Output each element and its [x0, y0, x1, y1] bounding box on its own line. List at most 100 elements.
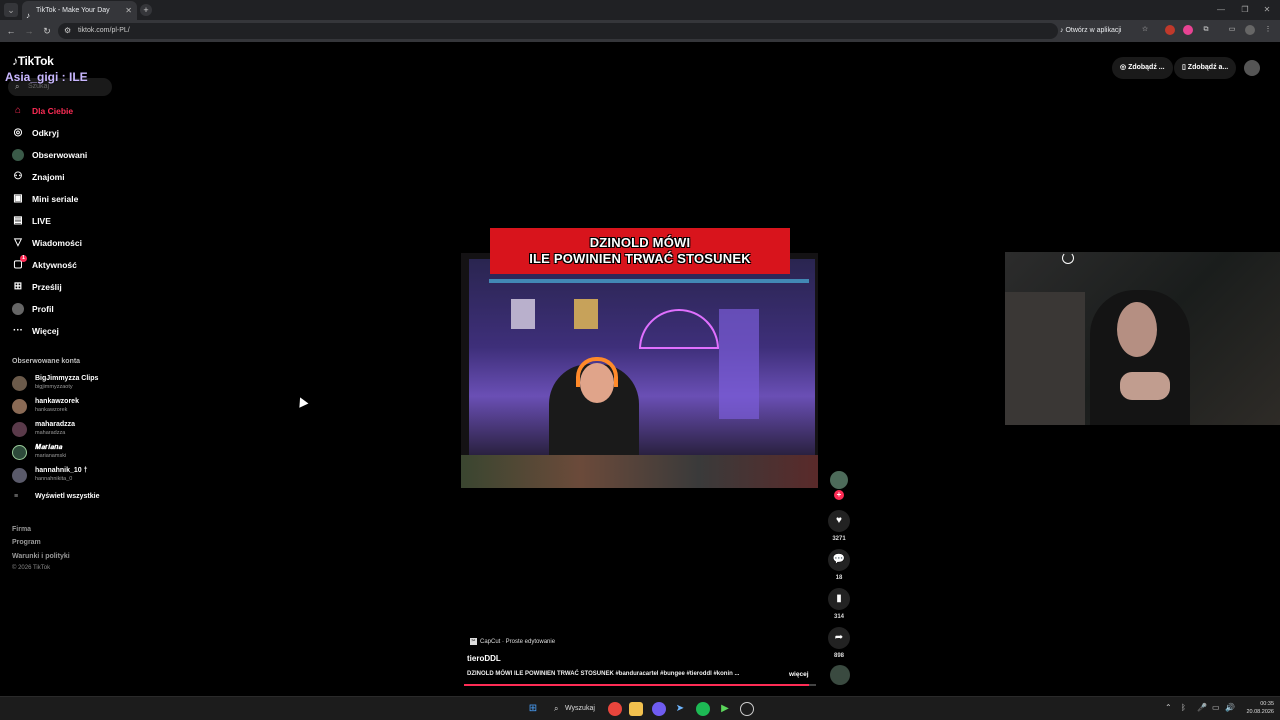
mouse-cursor-icon [295, 395, 309, 408]
avatar [12, 399, 27, 414]
webcam-face [1117, 302, 1157, 357]
display-icon[interactable]: ▭ [1212, 703, 1220, 712]
profile-icon [12, 303, 24, 315]
get-app-button[interactable]: ▯ Zdobądź a... [1174, 57, 1237, 79]
open-in-app-button[interactable]: ♪ Otwórz w aplikacji [1060, 25, 1121, 37]
share-button[interactable]: ➦ [828, 627, 850, 649]
windows-start-icon[interactable]: ⊞ [526, 702, 540, 716]
video-caption-banner: DZINOLD MÓWI ILE POWINIEN TRWAĆ STOSUNEK [490, 228, 790, 274]
spotify-icon[interactable] [696, 702, 710, 716]
live-icon: ▤ [13, 215, 23, 226]
coin-icon: ◎ [1120, 64, 1129, 71]
comment-count: 18 [835, 575, 843, 581]
capcut-icon: ✂ [470, 638, 477, 645]
tiktok-logo[interactable]: ♪TikTok [12, 54, 54, 68]
comment-button[interactable]: 💬 [828, 549, 850, 571]
play-icon[interactable]: ▶ [718, 702, 732, 716]
bookmark-star-icon[interactable]: ☆ [1140, 25, 1150, 35]
windows-taskbar: ⊞ ⌕ Wyszukaj ➤ ▶ ⌃ ᛒ 🎤 ▭ 🔊 00:35 20.08.2… [0, 696, 1280, 720]
close-window-button[interactable]: ✕ [1256, 0, 1278, 20]
clock-date: 20.08.2026 [1246, 709, 1274, 715]
music-disc-avatar[interactable] [830, 665, 850, 685]
site-info-icon[interactable]: ⚙ [64, 23, 71, 39]
headset [576, 357, 618, 387]
messages-icon: ▽ [14, 237, 22, 248]
save-button[interactable]: ▮ [828, 588, 850, 610]
avatar [12, 376, 27, 391]
save-count: 314 [833, 614, 844, 620]
upload-icon: ⊞ [13, 281, 23, 292]
webcam-hand [1120, 372, 1170, 400]
forward-icon[interactable]: → [22, 24, 36, 38]
reload-icon[interactable]: ↻ [40, 24, 54, 38]
tab-list-button[interactable]: ⌄ [4, 3, 18, 17]
like-button[interactable]: ♥ [828, 510, 850, 532]
more-link[interactable]: więcej [789, 671, 809, 678]
browser-tab[interactable]: ♪ TikTok - Make Your Day ✕ [22, 1, 137, 20]
restore-button[interactable]: ❐ [1234, 0, 1256, 20]
video-author[interactable]: tieroDDL [467, 654, 501, 663]
video-progress-bar[interactable] [464, 684, 816, 686]
extension-icon[interactable] [1183, 25, 1193, 35]
webcam-overlay [1005, 252, 1280, 425]
browser-titlebar: ⌄ ♪ TikTok - Make Your Day ✕ + — ❐ ✕ [0, 0, 1280, 20]
back-icon[interactable]: ← [4, 24, 18, 38]
browser-toolbar: ← → ↻ ⚙ tiktok.com/pl-PL/ ♪ Otwórz w apl… [0, 20, 1280, 42]
stream-overlay-text: Asia_gigi : ILE [5, 70, 88, 84]
extensions-puzzle-icon[interactable]: ⧉ [1201, 25, 1211, 35]
avatar [12, 468, 27, 483]
footer-link[interactable]: Firma [12, 526, 31, 533]
user-avatar[interactable] [1244, 60, 1260, 76]
heart-icon: ♥ [836, 515, 842, 526]
compass-icon: ◎ [13, 127, 23, 138]
search-placeholder: Szukaj [28, 83, 50, 90]
video-bottom-strip [461, 455, 818, 488]
avatar [12, 422, 27, 437]
footer-link[interactable]: Program [12, 539, 41, 546]
bookmark-icon: ▮ [836, 593, 842, 604]
jersey [574, 299, 598, 329]
follow-plus-icon[interactable]: + [834, 490, 844, 500]
list-icon: ≡ [14, 493, 19, 500]
notification-badge: 1 [20, 255, 27, 262]
like-count: 3271 [832, 536, 846, 542]
minimize-button[interactable]: — [1210, 0, 1232, 20]
address-bar[interactable]: ⚙ tiktok.com/pl-PL/ [58, 23, 1058, 39]
file-explorer-icon[interactable] [629, 702, 643, 716]
new-tab-button[interactable]: + [140, 4, 152, 16]
speaker-icon[interactable]: 🔊 [1225, 703, 1235, 712]
get-coins-button[interactable]: ◎ Zdobądź ... [1112, 57, 1173, 79]
system-clock[interactable]: 00:35 20.08.2026 [1238, 700, 1274, 716]
extension-icon[interactable] [1165, 25, 1175, 35]
steam-icon[interactable]: ➤ [673, 702, 687, 716]
friends-icon: ⚇ [13, 171, 23, 182]
footer-link[interactable]: Warunki i polityki [12, 553, 70, 560]
search-icon: ⌕ [554, 704, 559, 713]
tab-title: TikTok - Make Your Day [36, 7, 110, 14]
home-icon: ⌂ [14, 105, 22, 116]
chrome-icon[interactable] [608, 702, 622, 716]
capcut-tag[interactable]: ✂ CapCut · Proste edytowanie [468, 636, 555, 648]
taskbar-search[interactable]: ⌕ Wyszukaj [551, 701, 603, 717]
cast-icon[interactable]: ▭ [1227, 25, 1237, 35]
profile-avatar-icon[interactable] [1245, 25, 1255, 35]
menu-dots-icon[interactable]: ⋮ [1263, 25, 1273, 35]
caption-line-1: DZINOLD MÓWI [589, 235, 691, 250]
discord-icon[interactable] [652, 702, 666, 716]
video-player[interactable] [461, 253, 818, 488]
creator-avatar[interactable] [830, 471, 848, 489]
bluetooth-icon[interactable]: ᛒ [1181, 703, 1186, 712]
video-description: DZINOLD MÓWI ILE POWINIEN TRWAĆ STOSUNEK… [467, 671, 740, 677]
video-frame [469, 259, 815, 464]
tab-close-icon[interactable]: ✕ [125, 1, 132, 20]
app-icon[interactable] [740, 702, 754, 716]
tray-chevron-icon[interactable]: ⌃ [1165, 703, 1172, 712]
copyright: © 2026 TikTok [12, 565, 51, 571]
more-icon: ··· [13, 325, 23, 336]
progress-fill [464, 684, 809, 686]
clock-time: 00:35 [1260, 701, 1274, 707]
loading-spinner-icon [1062, 252, 1074, 264]
comment-icon: 💬 [832, 554, 846, 565]
series-icon: ▣ [13, 193, 23, 204]
mic-icon[interactable]: 🎤 [1197, 703, 1207, 712]
